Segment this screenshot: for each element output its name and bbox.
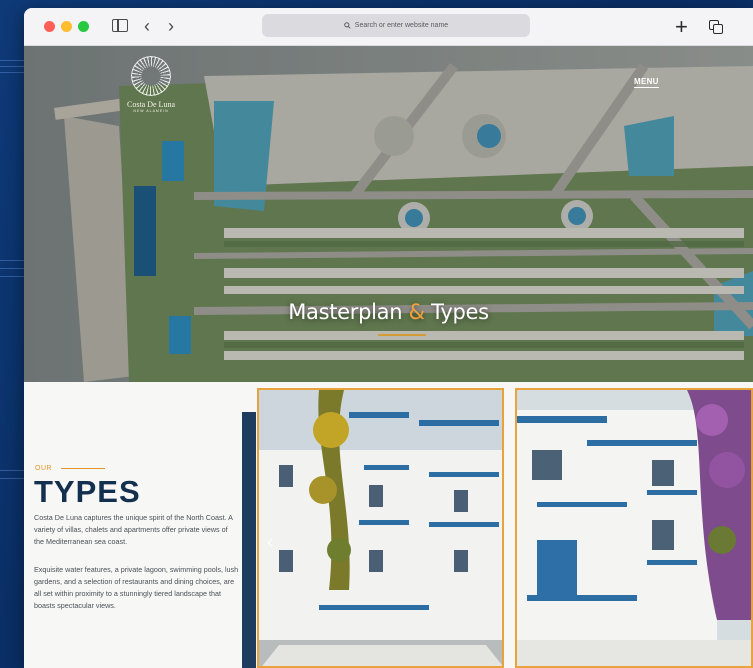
browser-window: ‹ › Search or enter website name + Costa… (24, 8, 753, 668)
menu-button[interactable]: MENU (634, 77, 659, 88)
masterplan-hero: Costa De Luna NEW ALAMEIN MENU Masterpla… (24, 46, 753, 382)
forward-icon[interactable]: › (168, 16, 174, 36)
browser-toolbar: ‹ › Search or enter website name + (24, 8, 753, 46)
maximize-window-button[interactable] (78, 21, 89, 32)
site-logo[interactable]: Costa De Luna NEW ALAMEIN (116, 56, 186, 113)
types-title: TYPES (34, 474, 141, 509)
section-divider (242, 412, 256, 668)
hero-title: Masterplan & Types (24, 300, 753, 324)
hero-title-part2: Types (431, 300, 489, 324)
sidebar-icon[interactable] (112, 19, 128, 32)
hero-underline (378, 334, 426, 336)
types-section: OUR TYPES Costa De Luna captures the uni… (24, 382, 753, 668)
eyebrow-line (61, 468, 105, 469)
hero-title-part1: Masterplan (288, 300, 403, 324)
close-window-button[interactable] (44, 21, 55, 32)
logo-name: Costa De Luna (127, 100, 175, 109)
minimize-window-button[interactable] (61, 21, 72, 32)
back-icon[interactable]: ‹ (144, 16, 150, 36)
search-icon (344, 22, 351, 29)
address-placeholder: Search or enter website name (354, 22, 449, 29)
types-paragraph-2: Exquisite water features, a private lago… (34, 565, 239, 610)
carousel-prev-icon[interactable]: ‹ (267, 532, 273, 553)
logo-emblem-icon (131, 56, 171, 96)
villa-image-2 (517, 390, 751, 666)
types-eyebrow: OUR (35, 465, 53, 472)
type-card-2[interactable] (515, 388, 753, 668)
address-bar[interactable]: Search or enter website name (262, 14, 530, 37)
logo-subtitle: NEW ALAMEIN (133, 109, 169, 113)
types-paragraph-1: Costa De Luna captures the unique spirit… (34, 513, 233, 546)
hero-title-ampersand: & (408, 300, 425, 324)
villa-image-1 (259, 390, 502, 666)
new-tab-icon[interactable]: + (675, 14, 688, 40)
tabs-overview-icon[interactable] (709, 20, 723, 34)
type-card-1[interactable] (257, 388, 504, 668)
